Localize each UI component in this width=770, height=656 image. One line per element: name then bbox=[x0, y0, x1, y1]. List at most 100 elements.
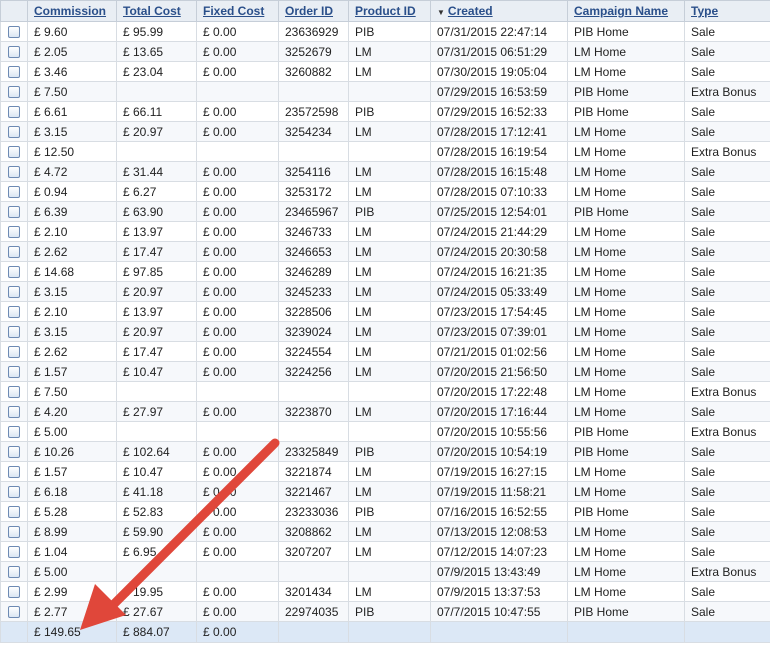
table-row[interactable]: £ 1.57 £ 10.47 £ 0.00 3221874 LM 07/19/2015 1… bbox=[0, 461, 770, 482]
checkbox-icon[interactable] bbox=[8, 186, 20, 199]
row-select-cell[interactable] bbox=[0, 181, 28, 202]
checkbox-icon[interactable] bbox=[8, 486, 20, 499]
row-select-cell[interactable] bbox=[0, 481, 28, 502]
table-row[interactable]: £ 2.99 £ 19.95 £ 0.00 3201434 LM 07/9/2015 13… bbox=[0, 581, 770, 602]
row-select-cell[interactable] bbox=[0, 361, 28, 382]
row-select-cell[interactable] bbox=[0, 21, 28, 42]
table-row[interactable]: £ 3.15 £ 20.97 £ 0.00 3239024 LM 07/23/2015 0… bbox=[0, 321, 770, 342]
row-select-cell[interactable] bbox=[0, 261, 28, 282]
row-select-cell[interactable] bbox=[0, 441, 28, 462]
table-row[interactable]: £ 10.26 £ 102.64 £ 0.00 23325849 PIB 07/20/20… bbox=[0, 441, 770, 462]
row-select-cell[interactable] bbox=[0, 581, 28, 602]
table-row[interactable]: £ 5.28 £ 52.83 £ 0.00 23233036 PIB 07/16/2015… bbox=[0, 501, 770, 522]
row-select-cell[interactable] bbox=[0, 401, 28, 422]
column-header-product-id[interactable]: Product ID bbox=[348, 0, 431, 22]
table-row[interactable]: £ 2.10 £ 13.97 £ 0.00 3228506 LM 07/23/2015 1… bbox=[0, 301, 770, 322]
table-row[interactable]: £ 2.62 £ 17.47 £ 0.00 3246653 LM 07/24/2015 2… bbox=[0, 241, 770, 262]
column-header-commission[interactable]: Commission bbox=[27, 0, 117, 22]
checkbox-icon[interactable] bbox=[8, 126, 20, 139]
table-row[interactable]: £ 9.60 £ 95.99 £ 0.00 23636929 PIB 07/31/2015… bbox=[0, 21, 770, 42]
checkbox-icon[interactable] bbox=[8, 26, 20, 39]
table-row[interactable]: £ 6.18 £ 41.18 £ 0.00 3221467 LM 07/19/2015 1… bbox=[0, 481, 770, 502]
checkbox-icon[interactable] bbox=[8, 286, 20, 299]
row-select-cell[interactable] bbox=[0, 281, 28, 302]
checkbox-icon[interactable] bbox=[8, 86, 20, 99]
checkbox-icon[interactable] bbox=[8, 226, 20, 239]
row-select-cell[interactable] bbox=[0, 321, 28, 342]
row-select-cell[interactable] bbox=[0, 501, 28, 522]
checkbox-icon[interactable] bbox=[8, 506, 20, 519]
table-row[interactable]: £ 5.00 07/9/2015 13:43:49 LM Home Extra Bon… bbox=[0, 561, 770, 582]
row-select-cell[interactable] bbox=[0, 561, 28, 582]
row-select-cell[interactable] bbox=[0, 101, 28, 122]
cell-type: Sale bbox=[684, 161, 770, 182]
table-row[interactable]: £ 6.39 £ 63.90 £ 0.00 23465967 PIB 07/25/2015… bbox=[0, 201, 770, 222]
checkbox-icon[interactable] bbox=[8, 606, 20, 619]
table-row[interactable]: £ 2.77 £ 27.67 £ 0.00 22974035 PIB 07/7/2015 … bbox=[0, 601, 770, 622]
checkbox-icon[interactable] bbox=[8, 366, 20, 379]
checkbox-icon[interactable] bbox=[8, 46, 20, 59]
checkbox-icon[interactable] bbox=[8, 326, 20, 339]
column-header-campaign-name[interactable]: Campaign Name bbox=[567, 0, 685, 22]
row-select-cell[interactable] bbox=[0, 381, 28, 402]
checkbox-icon[interactable] bbox=[8, 446, 20, 459]
column-header-fixed-cost[interactable]: Fixed Cost bbox=[196, 0, 279, 22]
table-row[interactable]: £ 5.00 07/20/2015 10:55:56 PIB Home Extra B… bbox=[0, 421, 770, 442]
checkbox-icon[interactable] bbox=[8, 386, 20, 399]
row-select-cell[interactable] bbox=[0, 341, 28, 362]
checkbox-icon[interactable] bbox=[8, 146, 20, 159]
row-select-cell[interactable] bbox=[0, 541, 28, 562]
checkbox-icon[interactable] bbox=[8, 266, 20, 279]
table-row[interactable]: £ 2.10 £ 13.97 £ 0.00 3246733 LM 07/24/2015 2… bbox=[0, 221, 770, 242]
checkbox-icon[interactable] bbox=[8, 66, 20, 79]
row-select-cell[interactable] bbox=[0, 521, 28, 542]
column-header-order-id[interactable]: Order ID bbox=[278, 0, 349, 22]
table-row[interactable]: £ 6.61 £ 66.11 £ 0.00 23572598 PIB 07/29/2015… bbox=[0, 101, 770, 122]
row-select-cell[interactable] bbox=[0, 121, 28, 142]
checkbox-icon[interactable] bbox=[8, 166, 20, 179]
checkbox-icon[interactable] bbox=[8, 346, 20, 359]
table-row[interactable]: £ 3.15 £ 20.97 £ 0.00 3245233 LM 07/24/2015 0… bbox=[0, 281, 770, 302]
table-row[interactable]: £ 2.62 £ 17.47 £ 0.00 3224554 LM 07/21/2015 0… bbox=[0, 341, 770, 362]
row-select-cell[interactable] bbox=[0, 601, 28, 622]
column-header-total-cost[interactable]: Total Cost bbox=[116, 0, 197, 22]
checkbox-icon[interactable] bbox=[8, 526, 20, 539]
table-row[interactable]: £ 8.99 £ 59.90 £ 0.00 3208862 LM 07/13/2015 1… bbox=[0, 521, 770, 542]
table-row[interactable]: £ 1.04 £ 6.95 £ 0.00 3207207 LM 07/12/2015 14… bbox=[0, 541, 770, 562]
row-select-cell[interactable] bbox=[0, 41, 28, 62]
checkbox-icon[interactable] bbox=[8, 586, 20, 599]
row-select-cell[interactable] bbox=[0, 421, 28, 442]
row-select-cell[interactable] bbox=[0, 301, 28, 322]
table-row[interactable]: £ 7.50 07/29/2015 16:53:59 PIB Home Extra B… bbox=[0, 81, 770, 102]
table-row[interactable]: £ 4.72 £ 31.44 £ 0.00 3254116 LM 07/28/2015 1… bbox=[0, 161, 770, 182]
row-select-cell[interactable] bbox=[0, 161, 28, 182]
checkbox-icon[interactable] bbox=[8, 466, 20, 479]
checkbox-icon[interactable] bbox=[8, 426, 20, 439]
checkbox-icon[interactable] bbox=[8, 106, 20, 119]
checkbox-icon[interactable] bbox=[8, 246, 20, 259]
column-header-type[interactable]: Type bbox=[684, 0, 770, 22]
checkbox-icon[interactable] bbox=[8, 566, 20, 579]
row-select-cell[interactable] bbox=[0, 61, 28, 82]
table-row[interactable]: £ 14.68 £ 97.85 £ 0.00 3246289 LM 07/24/2015 … bbox=[0, 261, 770, 282]
table-row[interactable]: £ 2.05 £ 13.65 £ 0.00 3252679 LM 07/31/2015 0… bbox=[0, 41, 770, 62]
column-header-created[interactable]: ▼ Created bbox=[430, 0, 568, 22]
cell-created: 07/23/2015 17:54:45 bbox=[430, 301, 568, 322]
row-select-cell[interactable] bbox=[0, 221, 28, 242]
row-select-cell[interactable] bbox=[0, 461, 28, 482]
checkbox-icon[interactable] bbox=[8, 306, 20, 319]
row-select-cell[interactable] bbox=[0, 141, 28, 162]
checkbox-icon[interactable] bbox=[8, 546, 20, 559]
table-row[interactable]: £ 3.15 £ 20.97 £ 0.00 3254234 LM 07/28/2015 1… bbox=[0, 121, 770, 142]
table-row[interactable]: £ 12.50 07/28/2015 16:19:54 LM Home Extra B… bbox=[0, 141, 770, 162]
row-select-cell[interactable] bbox=[0, 201, 28, 222]
checkbox-icon[interactable] bbox=[8, 406, 20, 419]
table-row[interactable]: £ 3.46 £ 23.04 £ 0.00 3260882 LM 07/30/2015 1… bbox=[0, 61, 770, 82]
table-row[interactable]: £ 0.94 £ 6.27 £ 0.00 3253172 LM 07/28/2015 07… bbox=[0, 181, 770, 202]
row-select-cell[interactable] bbox=[0, 81, 28, 102]
table-row[interactable]: £ 7.50 07/20/2015 17:22:48 LM Home Extra Bo… bbox=[0, 381, 770, 402]
table-row[interactable]: £ 4.20 £ 27.97 £ 0.00 3223870 LM 07/20/2015 1… bbox=[0, 401, 770, 422]
table-row[interactable]: £ 1.57 £ 10.47 £ 0.00 3224256 LM 07/20/2015 2… bbox=[0, 361, 770, 382]
row-select-cell[interactable] bbox=[0, 241, 28, 262]
checkbox-icon[interactable] bbox=[8, 206, 20, 219]
